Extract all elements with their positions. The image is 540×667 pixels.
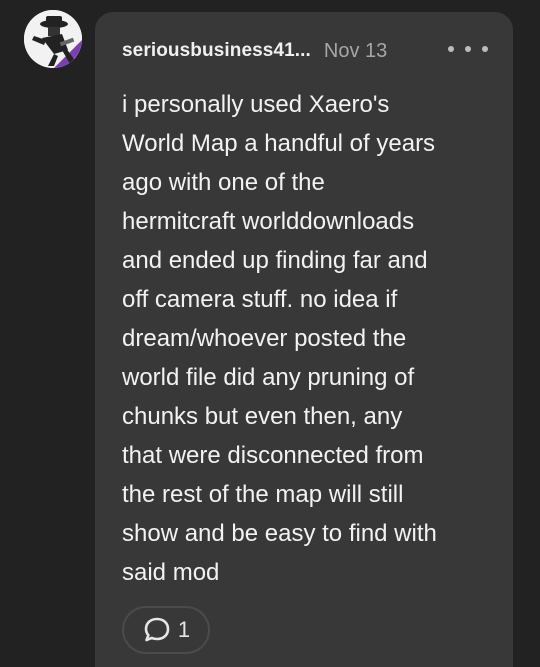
post-header: seriousbusiness41... Nov 13 [122,36,387,66]
more-options-button[interactable] [448,36,488,62]
post-body-line: that were disconnected from [122,442,424,469]
username-link[interactable]: seriousbusiness41... [122,40,311,62]
post-body-line: hermitcraft worlddownloads [122,208,415,235]
post-body-line: World Map a handful of years [122,130,436,157]
avatar-figure-icon [24,10,82,68]
post-body-line: and ended up finding far and [122,247,428,274]
reply-bubble-icon [144,617,170,642]
post-body-line: show and be easy to find with [122,520,437,547]
post-body-line: ago with one of the [122,169,325,196]
avatar[interactable] [24,10,82,68]
post-body-line: i personally used Xaero's [122,91,390,118]
more-options-icon [465,46,471,52]
post-body-line: said mod [122,559,220,586]
post-body-line: dream/whoever posted the [122,325,407,352]
post-body: i personally used Xaero's World Map a ha… [122,85,492,592]
post-body-line: off camera stuff. no idea if [122,286,398,313]
reply-count: 1 [177,617,191,642]
more-options-icon [482,46,488,52]
post-body-line: the rest of the map will still [122,481,404,508]
post-date: Nov 13 [323,39,388,62]
post-body-line: chunks but even then, any [122,403,403,430]
post-page: seriousbusiness41... Nov 13 i personally… [0,0,540,667]
more-options-icon [448,46,454,52]
reply-button[interactable]: 1 [122,606,210,654]
post-body-line: world file did any pruning of [122,364,415,391]
